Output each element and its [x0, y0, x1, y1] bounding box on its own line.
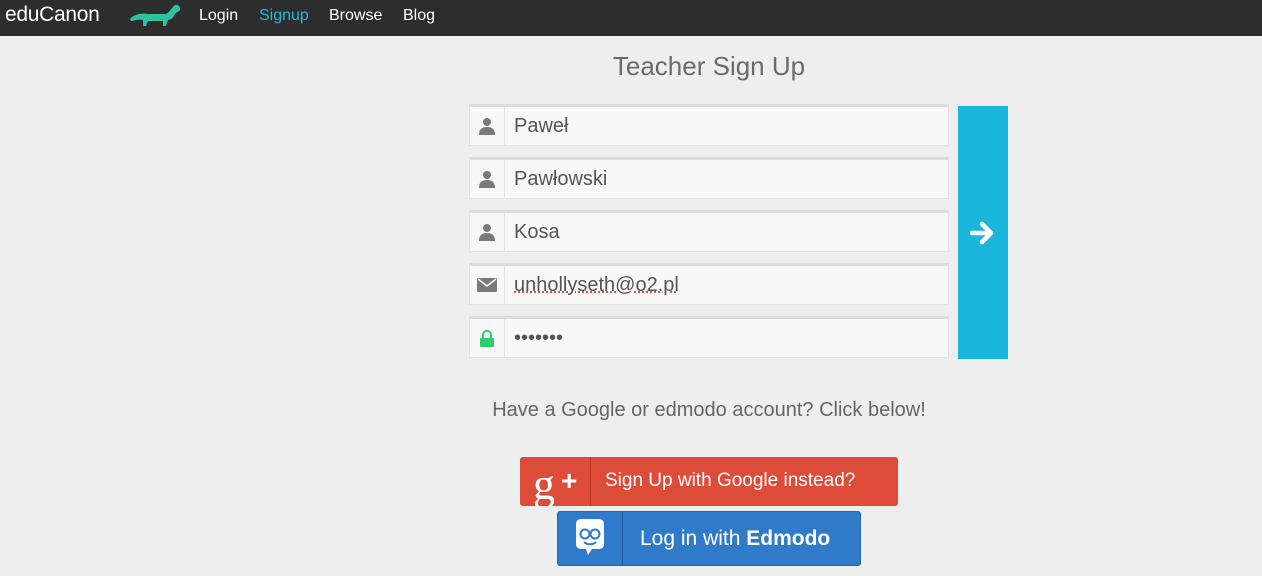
arrow-right-icon — [970, 221, 994, 244]
svg-text:g: g — [533, 460, 555, 506]
user-icon — [470, 107, 505, 145]
nav-blog-link[interactable]: Blog — [403, 7, 435, 25]
envelope-icon — [470, 266, 505, 304]
last-name-input[interactable] — [514, 160, 934, 198]
email-field — [469, 263, 949, 305]
page-title: Teacher Sign Up — [612, 51, 806, 81]
edmodo-login-button[interactable]: Log in with Edmodo — [557, 511, 861, 566]
svg-text:+: + — [561, 465, 577, 496]
google-signup-button[interactable]: g + Sign Up with Google instead? — [520, 457, 898, 509]
nav-login-link[interactable]: Login — [199, 7, 238, 25]
nav-signup-link[interactable]: Signup — [259, 7, 309, 25]
edmodo-login-label: Log in with Edmodo — [640, 527, 831, 550]
first-name-field — [469, 104, 949, 146]
brand-logo-text[interactable]: eduCanon — [5, 3, 100, 27]
first-name-input[interactable] — [514, 107, 934, 145]
top-navbar: eduCanon Login Signup Browse Blog — [0, 0, 1262, 36]
user-icon — [470, 213, 505, 251]
school-input[interactable] — [514, 213, 934, 251]
email-input[interactable] — [514, 266, 934, 304]
edmodo-logo-icon — [558, 512, 623, 565]
user-icon — [470, 160, 505, 198]
password-input[interactable] — [514, 319, 934, 357]
google-signup-label: Sign Up with Google instead? — [605, 470, 856, 491]
google-plus-icon: g + — [520, 457, 591, 509]
last-name-field — [469, 157, 949, 199]
alt-signup-prompt: Have a Google or edmodo account? Click b… — [492, 399, 926, 421]
dachshund-logo-icon — [130, 4, 181, 26]
nav-browse-link[interactable]: Browse — [329, 7, 382, 25]
lock-icon — [470, 319, 505, 357]
school-field — [469, 210, 949, 252]
password-field — [469, 316, 949, 358]
submit-button[interactable] — [958, 106, 1008, 359]
